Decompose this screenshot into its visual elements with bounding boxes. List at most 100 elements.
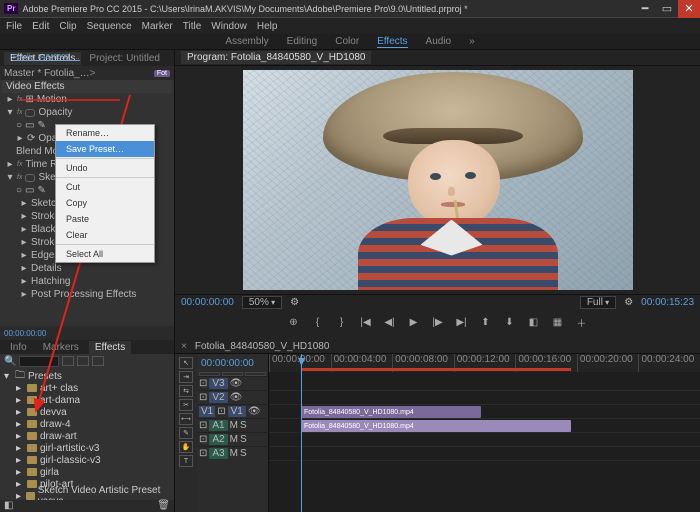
preset-folder[interactable]: ▸girl-classic-v3 [4, 454, 170, 466]
lift-icon[interactable]: ⬆ [479, 316, 493, 330]
menu-title[interactable]: Title [183, 21, 202, 32]
ctx-copy[interactable]: Copy [56, 195, 154, 211]
ws-effects[interactable]: Effects [377, 36, 407, 48]
slip-tool-icon[interactable]: ⟷ [179, 413, 193, 425]
comparison-icon[interactable]: ▦ [551, 316, 565, 330]
tab-effects[interactable]: Effects [89, 341, 131, 354]
filter-yuv-icon[interactable] [92, 356, 104, 366]
sequence-tab[interactable]: Fotolia_84840580_V_HD1080 [195, 341, 330, 352]
filter-accel-icon[interactable] [62, 356, 74, 366]
goto-out-icon[interactable]: ▶| [455, 316, 469, 330]
track-header-a2[interactable]: ⊡A2MS [197, 432, 268, 446]
ctx-rename[interactable]: Rename… [56, 125, 154, 141]
extract-icon[interactable]: ⬇ [503, 316, 517, 330]
preset-folder[interactable]: ▸girl-artistic-v3 [4, 442, 170, 454]
filter-32bit-icon[interactable] [77, 356, 89, 366]
clip-v1[interactable]: Fotolia_84840580_V_HD1080.mp4 [301, 420, 571, 432]
sketch-sub-row[interactable]: ▸Hatching [2, 275, 172, 288]
clip-link[interactable]: Fotolia_84840580_… [10, 51, 83, 63]
play-icon[interactable]: ▶ [407, 316, 421, 330]
menu-help[interactable]: Help [257, 21, 278, 32]
preset-folder[interactable]: ▸devva [4, 406, 170, 418]
new-bin-icon[interactable]: ◧ [4, 500, 13, 512]
program-tc-left[interactable]: 00:00:00:00 [181, 297, 234, 308]
presets-folder[interactable]: ▾🗀Presets [4, 370, 170, 382]
preset-folder[interactable]: ▸art+ clas [4, 382, 170, 394]
menu-edit[interactable]: Edit [32, 21, 49, 32]
preset-folder[interactable]: ▸draw-4 [4, 418, 170, 430]
trash-icon[interactable]: 🗑 [157, 500, 170, 512]
effects-search-input[interactable] [19, 356, 59, 367]
eye-icon[interactable] [25, 109, 35, 117]
tab-info[interactable]: Info [4, 341, 33, 354]
step-fwd-icon[interactable]: |▶ [431, 316, 445, 330]
razor-tool-icon[interactable]: ✂ [179, 399, 193, 411]
ws-audio[interactable]: Audio [426, 36, 452, 47]
ws-assembly[interactable]: Assembly [225, 36, 268, 47]
selection-tool-icon[interactable]: ↖ [179, 357, 193, 369]
ctx-paste[interactable]: Paste [56, 211, 154, 227]
pen-tool-icon[interactable]: ✎ [179, 427, 193, 439]
preset-folder[interactable]: ▸draw-art [4, 430, 170, 442]
ctx-save-preset[interactable]: Save Preset… [56, 141, 154, 157]
ctx-clear[interactable]: Clear [56, 227, 154, 243]
marker-add-icon[interactable]: ⊕ [287, 316, 301, 330]
button-editor-icon[interactable]: ＋ [575, 316, 589, 330]
export-frame-icon[interactable]: ◧ [527, 316, 541, 330]
ec-playhead-tc[interactable]: 00:00:00:00 [4, 329, 46, 338]
track-header-v2[interactable]: ⊡V2👁 [197, 390, 268, 404]
fit-select[interactable]: Full ▾ [580, 296, 616, 309]
mask-rect-icon[interactable]: ▭ [25, 185, 34, 196]
work-area-bar[interactable] [301, 368, 571, 371]
sketch-sub-row[interactable]: ▸Post Processing Effects [2, 288, 172, 301]
mark-out-icon[interactable]: } [335, 316, 349, 330]
tab-project[interactable]: Project: Untitled [83, 52, 166, 65]
track-select-icon[interactable]: ⇥ [179, 371, 193, 383]
playhead[interactable] [301, 354, 302, 512]
preset-folder[interactable]: ▸art-dama [4, 394, 170, 406]
menu-file[interactable]: File [6, 21, 22, 32]
ws-color[interactable]: Color [335, 36, 359, 47]
track-header-v1[interactable]: V1⊡V1👁 [197, 404, 268, 418]
clip-v2[interactable]: Fotolia_84840580_V_HD1080.mp4 [301, 406, 481, 418]
maximize-button[interactable]: ▭ [656, 0, 678, 18]
mask-circle-icon[interactable]: ○ [16, 120, 22, 131]
timeline-tc[interactable]: 00:00:00:00 [197, 354, 268, 372]
ripple-tool-icon[interactable]: ⇆ [179, 385, 193, 397]
goto-in-icon[interactable]: |◀ [359, 316, 373, 330]
mask-pen-icon[interactable]: ✎ [38, 120, 46, 131]
type-tool-icon[interactable]: T [179, 455, 193, 467]
preset-folder[interactable]: ▸Sketch Video Artistic Preset vasya [4, 490, 170, 500]
track-header-a3[interactable]: ⊡A3MS [197, 446, 268, 460]
menu-sequence[interactable]: Sequence [87, 21, 132, 32]
tab-markers[interactable]: Markers [37, 341, 85, 354]
fx-opacity-row[interactable]: ▾fxOpacity [2, 106, 172, 119]
mask-circle-icon[interactable]: ○ [16, 185, 22, 196]
menu-window[interactable]: Window [211, 21, 247, 32]
menu-clip[interactable]: Clip [59, 21, 76, 32]
ws-overflow-icon[interactable]: » [469, 36, 475, 47]
timeline-tracks[interactable]: 00:00:00:0000:00:04:0000:00:08:0000:00:1… [269, 354, 700, 512]
eye-icon[interactable] [25, 174, 35, 182]
mask-rect-icon[interactable]: ▭ [25, 120, 34, 131]
track-header-a1[interactable]: ⊡A1MS [197, 418, 268, 432]
fx-motion-row[interactable]: ▸fx⊞Motion [2, 93, 172, 106]
step-back-icon[interactable]: ◀| [383, 316, 397, 330]
ws-editing[interactable]: Editing [287, 36, 318, 47]
preset-folder[interactable]: ▸girla [4, 466, 170, 478]
minimize-button[interactable]: ━ [634, 0, 656, 18]
ctx-select-all[interactable]: Select All [56, 246, 154, 262]
close-button[interactable]: ✕ [678, 0, 700, 18]
track-header-v3[interactable]: ⊡V3👁 [197, 376, 268, 390]
settings-icon[interactable]: ⚙ [624, 297, 633, 308]
sketch-sub-row[interactable]: ▸Details [2, 262, 172, 275]
settings-icon[interactable]: ⚙ [290, 297, 299, 308]
ctx-cut[interactable]: Cut [56, 179, 154, 195]
ctx-undo[interactable]: Undo [56, 160, 154, 176]
mark-in-icon[interactable]: { [311, 316, 325, 330]
mask-pen-icon[interactable]: ✎ [38, 185, 46, 196]
program-tab[interactable]: Program: Fotolia_84840580_V_HD1080 [181, 51, 371, 64]
menu-marker[interactable]: Marker [142, 21, 173, 32]
zoom-select[interactable]: 50% ▾ [242, 296, 282, 309]
program-view[interactable] [175, 66, 700, 294]
